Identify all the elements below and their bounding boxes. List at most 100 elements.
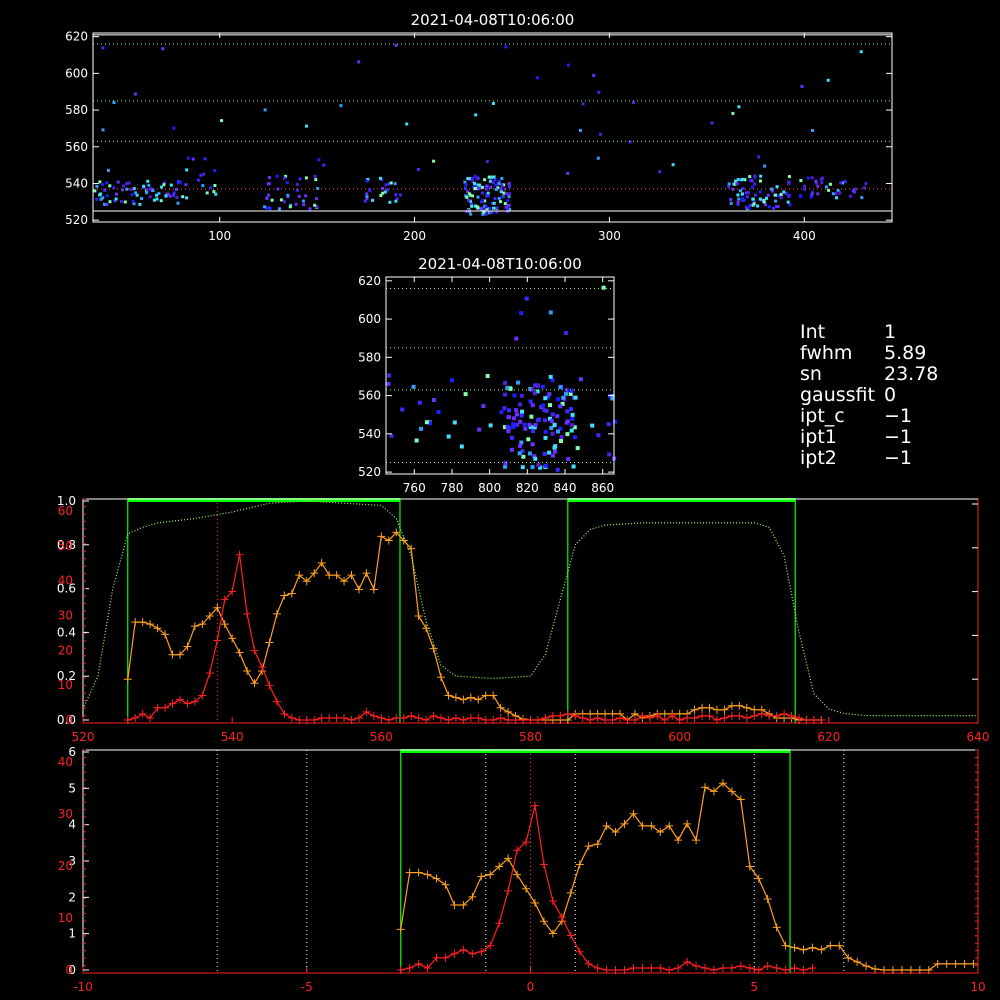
data-point-marker <box>405 868 414 877</box>
info-key: ipt2 <box>800 447 837 469</box>
data-point-marker <box>754 874 763 883</box>
heatmap-pixel <box>386 381 391 386</box>
heatmap-pixel <box>500 177 504 180</box>
heatmap-pixel <box>146 179 150 183</box>
heatmap-pixel <box>592 73 596 77</box>
data-point-marker <box>489 691 498 700</box>
heatmap-pixel <box>105 194 109 198</box>
data-point-marker <box>444 691 453 700</box>
heatmap-pixel <box>533 423 538 428</box>
heatmap-pixel <box>758 197 762 201</box>
x-tick-label: 580 <box>519 730 542 744</box>
data-point-marker <box>638 711 647 720</box>
heatmap-pixel <box>213 184 217 187</box>
data-point-marker <box>951 959 960 968</box>
heatmap-pixel <box>503 202 507 206</box>
y-tick-label-secondary: 20 <box>58 643 73 657</box>
data-point-marker <box>161 703 170 712</box>
data-point-marker <box>235 550 244 559</box>
profile-panel-1 <box>82 498 979 724</box>
heatmap-pixel <box>179 180 182 184</box>
info-row: ipt2 −1 <box>800 448 938 469</box>
data-point-marker <box>399 713 408 722</box>
heatmap-pixel <box>131 200 135 203</box>
data-point-marker <box>466 713 475 722</box>
heatmap-pixel <box>115 192 118 196</box>
heatmap-pixel <box>417 400 422 405</box>
data-point-marker <box>530 801 539 810</box>
heatmap-pixel <box>559 434 564 439</box>
heatmap-pixel <box>488 207 492 210</box>
heatmap-pixel <box>99 197 103 201</box>
heatmap-pixel <box>205 191 209 195</box>
heatmap-pixel <box>519 393 524 398</box>
heatmap-pixel <box>550 431 555 436</box>
data-point-marker <box>175 695 184 704</box>
x-tick-label: -5 <box>301 980 313 994</box>
heatmap-pixel <box>530 442 535 447</box>
data-point-marker <box>701 963 710 972</box>
heatmap-pixel <box>213 169 217 173</box>
y-tick-label-secondary: 30 <box>58 807 73 821</box>
data-point-marker <box>481 691 490 700</box>
heatmap-pixel <box>395 197 399 201</box>
heatmap-pixel <box>581 102 585 106</box>
data-point-marker <box>183 699 192 708</box>
heatmap-pixel <box>555 397 560 402</box>
data-point-marker <box>504 886 513 895</box>
data-point-marker <box>153 703 162 712</box>
data-point-marker <box>325 713 334 722</box>
heatmap-pixel <box>270 198 274 202</box>
data-point-marker <box>287 589 296 598</box>
heatmap-pixel <box>371 198 375 202</box>
data-point-marker <box>742 703 751 712</box>
data-point-marker <box>205 669 214 678</box>
data-point-marker <box>638 963 647 972</box>
data-point-marker <box>817 945 826 954</box>
heatmap-panel-2 <box>385 276 617 475</box>
data-point-marker <box>584 959 593 968</box>
heatmap-pixel <box>500 184 504 188</box>
heatmap-title: 2021-04-08T10:06:00 <box>418 255 582 273</box>
heatmap-pixel <box>570 416 575 421</box>
heatmap-pixel <box>520 465 525 470</box>
heatmap-pixel <box>542 452 547 456</box>
heatmap-pixel <box>747 191 751 195</box>
data-point-marker <box>720 705 729 714</box>
data-point-marker <box>541 713 550 722</box>
heatmap-pixel <box>854 187 857 191</box>
heatmap-pixel <box>843 180 847 184</box>
y-tick-label: 520 <box>65 213 88 227</box>
heatmap-pixel <box>298 177 302 181</box>
data-point-marker <box>235 648 244 657</box>
heatmap-pixel <box>398 193 402 197</box>
heatmap-pixel <box>759 179 762 183</box>
heatmap-pixel <box>859 50 863 54</box>
heatmap-pixel <box>470 177 474 180</box>
heatmap-pixel <box>492 201 496 205</box>
data-point-marker <box>437 673 445 682</box>
data-point-marker <box>539 917 548 926</box>
heatmap-pixel <box>148 195 152 199</box>
data-point-marker <box>705 703 714 712</box>
data-point-marker <box>459 945 468 954</box>
heatmap-pixel <box>565 432 570 437</box>
data-point-marker <box>602 821 611 830</box>
heatmap-pixel <box>125 182 129 186</box>
info-value: −1 <box>884 426 913 448</box>
heatmap-pixel <box>555 414 560 419</box>
heatmap-pixel <box>548 403 552 408</box>
heatmap-pixel <box>112 101 116 104</box>
heatmap-pixel <box>548 310 553 315</box>
heatmap-pixel <box>570 423 575 428</box>
heatmap-pixel <box>518 419 523 424</box>
heatmap-pixel <box>214 192 218 196</box>
heatmap-pixel <box>727 185 731 189</box>
heatmap-pixel <box>105 203 109 206</box>
heatmap-pixel <box>515 412 519 417</box>
heatmap-pixel <box>389 433 394 438</box>
data-point-marker <box>750 711 759 720</box>
heatmap-pixel <box>550 412 555 417</box>
heatmap-pixel <box>741 177 745 181</box>
heatmap-pixel <box>481 198 485 202</box>
